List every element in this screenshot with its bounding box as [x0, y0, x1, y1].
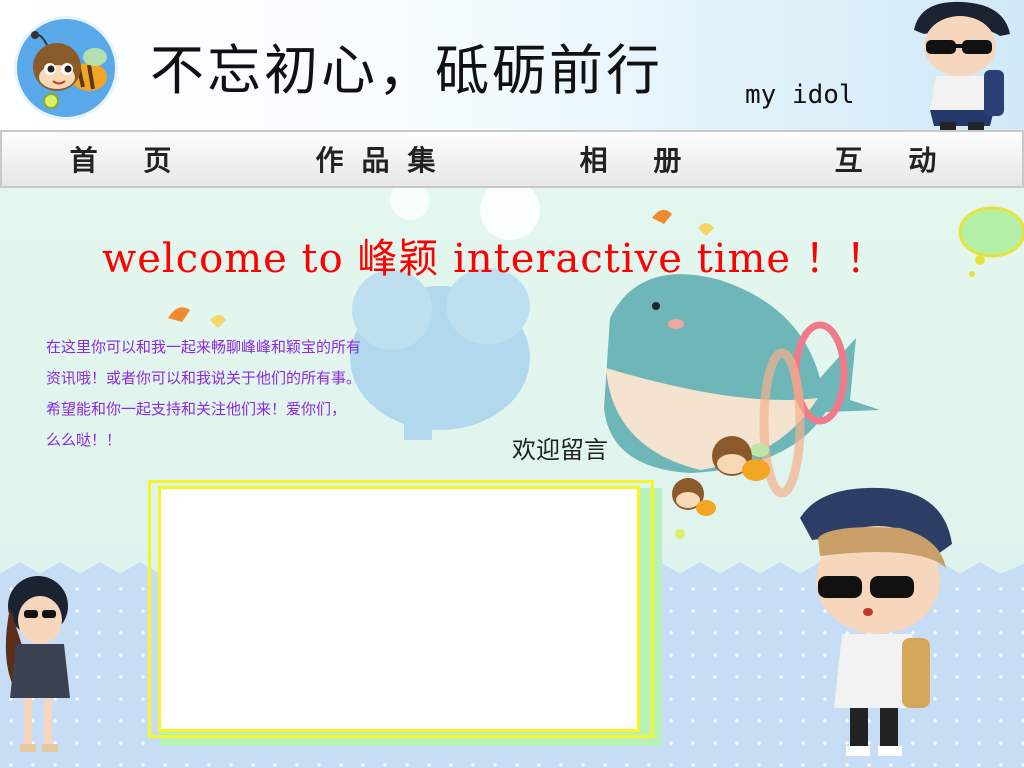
green-cloud-icon — [958, 206, 1024, 277]
idol-girl-cartoon — [5, 576, 70, 752]
main-nav: 首 页 作品集 相 册 互 动 — [0, 130, 1024, 188]
idol-cartoon-top — [914, 1, 1010, 130]
intro-line: 资讯哦！或者你可以和我说关于他们的所有事。 — [46, 369, 362, 387]
site-title: 不忘初心，砥砺前行 — [150, 39, 663, 102]
welcome-heading: welcome to 峰颖 interactive time ！！ — [102, 236, 887, 282]
main-content: welcome to 峰颖 interactive time ！！ 在这里你可以… — [0, 188, 1024, 768]
nav-home[interactable]: 首 页 — [2, 132, 257, 186]
header: 不忘初心，砥砺前行 my idol — [0, 0, 1024, 130]
bee-logo[interactable] — [14, 16, 118, 120]
site-subtitle: my idol — [745, 80, 855, 110]
idol-boy-cartoon — [800, 487, 952, 756]
intro-line: 希望能和你一起支持和关注他们来！爱你们， — [46, 400, 347, 418]
message-textarea[interactable] — [158, 486, 640, 732]
intro-line: 在这里你可以和我一起来畅聊峰峰和颖宝的所有 — [46, 338, 362, 356]
bee-icon — [31, 31, 107, 109]
nav-works[interactable]: 作品集 — [257, 132, 512, 186]
nav-interaction[interactable]: 互 动 — [767, 132, 1022, 186]
intro-text: 在这里你可以和我一起来畅聊峰峰和颖宝的所有 资讯哦！或者你可以和我说关于他们的所… — [46, 332, 436, 456]
intro-line: 么么哒！！ — [46, 431, 122, 449]
nav-album[interactable]: 相 册 — [512, 132, 767, 186]
message-heading: 欢迎留言 — [512, 436, 608, 464]
